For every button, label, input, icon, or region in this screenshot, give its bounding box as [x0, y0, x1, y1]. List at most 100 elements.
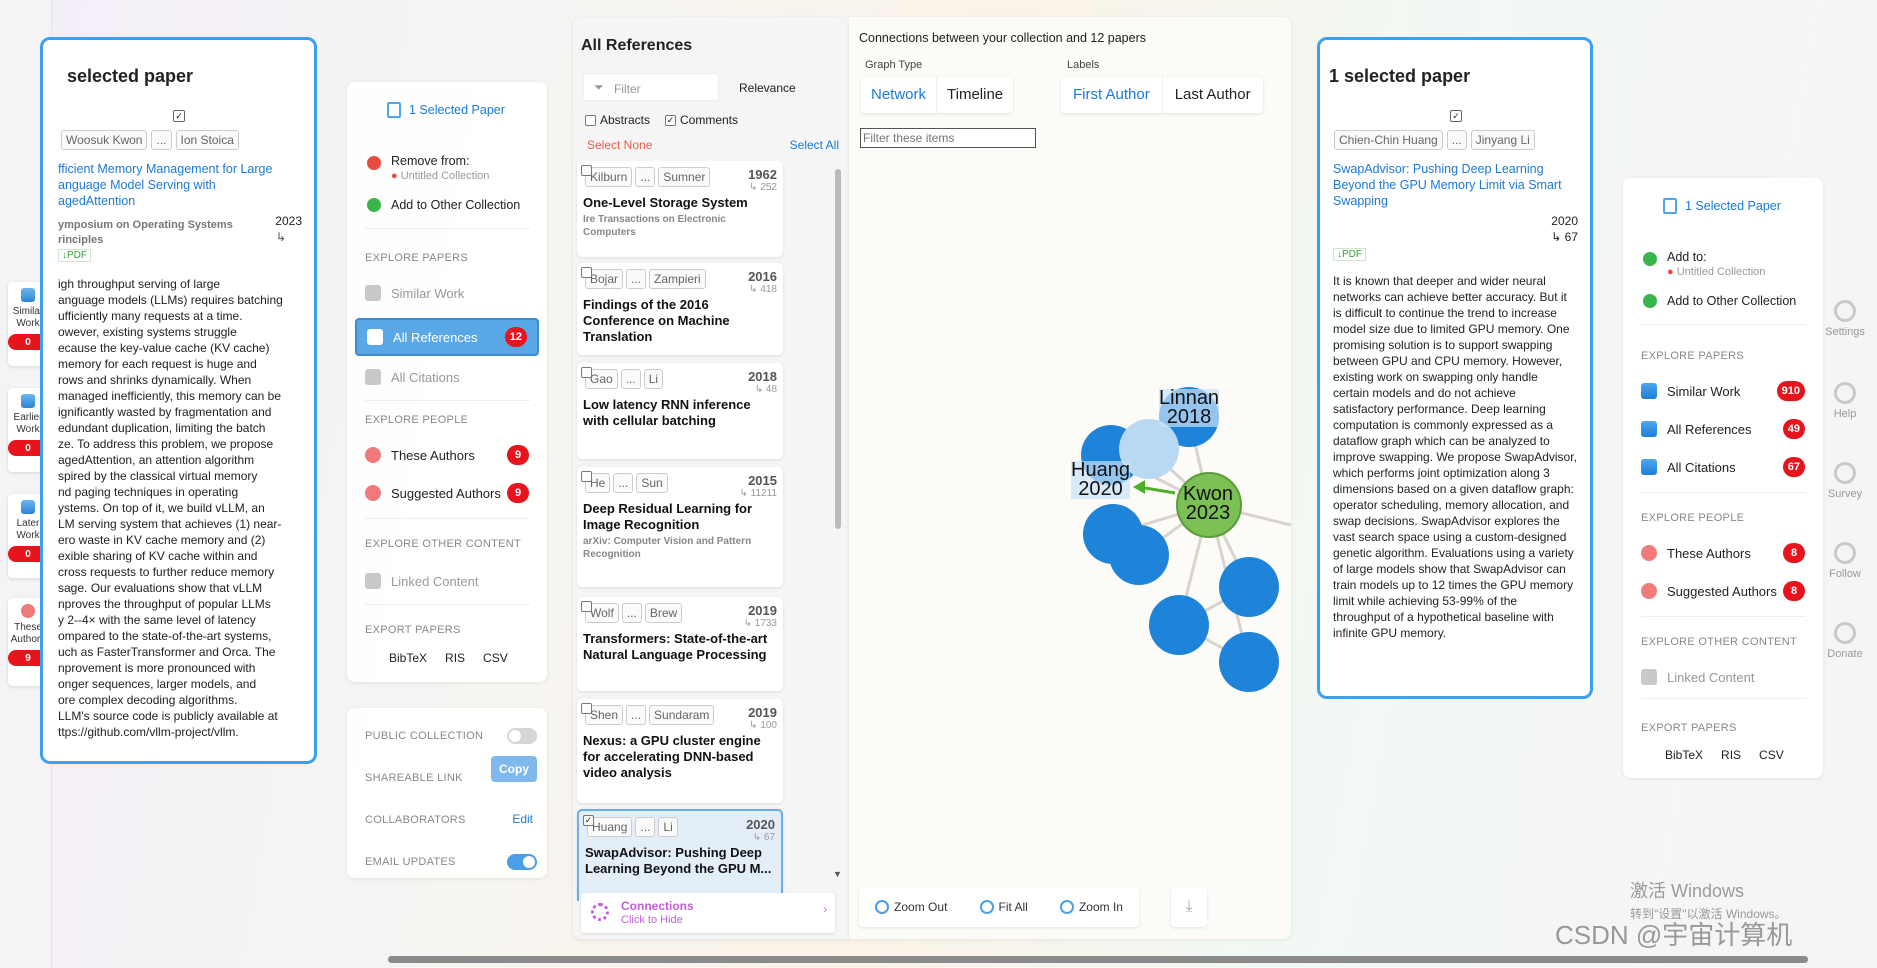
- author-ellipsis[interactable]: ...: [626, 269, 647, 289]
- help-button[interactable]: Help: [1815, 382, 1875, 420]
- collaborators-edit[interactable]: Edit: [512, 812, 533, 826]
- item-checkbox[interactable]: [581, 601, 592, 612]
- filter-input[interactable]: ⏷ Filter: [583, 73, 719, 101]
- follow-button[interactable]: Follow: [1815, 542, 1875, 580]
- these-authors-item[interactable]: These Authors 9: [355, 440, 539, 470]
- item-checkbox[interactable]: [581, 703, 592, 714]
- export-bibtex[interactable]: BibTeX: [389, 651, 427, 665]
- export-ris[interactable]: RIS: [445, 651, 465, 665]
- author-chip[interactable]: Woosuk Kwon: [61, 130, 148, 150]
- item-checkbox-checked[interactable]: ✓: [583, 815, 594, 826]
- sort-select[interactable]: Relevance: [739, 81, 796, 95]
- remove-from-row[interactable]: Remove from: ● Untitled Collection: [367, 154, 489, 182]
- author-ellipsis[interactable]: ...: [635, 167, 656, 187]
- settings-button[interactable]: Settings: [1815, 300, 1875, 338]
- author-ellipsis[interactable]: ...: [620, 369, 641, 389]
- selected-paper-button[interactable]: 1 Selected Paper: [1663, 198, 1781, 214]
- all-references-item[interactable]: All References 12: [355, 318, 539, 356]
- item-checkbox[interactable]: [581, 165, 592, 176]
- connections-toggle[interactable]: Connections Click to Hide ›: [581, 893, 835, 933]
- copy-button[interactable]: Copy: [491, 756, 537, 782]
- pdf-link[interactable]: ↓PDF: [1333, 248, 1366, 261]
- author-chip[interactable]: Jinyang Li: [1470, 130, 1535, 150]
- author-ellipsis[interactable]: ...: [626, 705, 647, 725]
- reference-scrollbar[interactable]: [835, 169, 841, 529]
- similar-work-item[interactable]: Similar Work: [355, 278, 539, 308]
- author-ellipsis[interactable]: ...: [1446, 130, 1467, 150]
- doc-icon: [1641, 421, 1657, 437]
- selected-paper-button[interactable]: 1 Selected Paper: [387, 102, 505, 118]
- paper-checkbox[interactable]: ✓: [173, 110, 185, 122]
- author-ellipsis[interactable]: ...: [621, 603, 642, 623]
- panel-header: selected paper: [67, 66, 194, 86]
- author-ellipsis[interactable]: ...: [613, 473, 634, 493]
- help-icon: [1834, 382, 1856, 404]
- item-year: 2016 ↳ 418: [748, 269, 777, 295]
- reference-item[interactable]: Bojar... Zampieri 2016 ↳ 418 Findings of t…: [577, 263, 783, 355]
- author-chip[interactable]: Sundaram: [649, 705, 715, 725]
- linked-content-item[interactable]: Linked Content: [355, 566, 539, 596]
- add-to-row[interactable]: Add to: ● Untitled Collection: [1643, 250, 1765, 278]
- select-all[interactable]: Select All: [790, 138, 839, 152]
- right-selected-paper-panel: 1 selected paper ✓ Chien-Chin Huang ... …: [1317, 37, 1593, 699]
- survey-button[interactable]: Survey: [1815, 462, 1875, 500]
- download-icon: ⤓: [1185, 898, 1193, 915]
- add-other-collection[interactable]: Add to Other Collection: [1643, 294, 1796, 308]
- author-chip[interactable]: Li: [643, 369, 664, 389]
- suggested-authors-badge: 9: [507, 483, 529, 503]
- paper-checkbox[interactable]: ✓: [1450, 110, 1462, 122]
- author-chip[interactable]: Sumner: [658, 167, 711, 187]
- export-csv[interactable]: CSV: [483, 651, 508, 665]
- export-bibtex[interactable]: BibTeX: [1665, 748, 1703, 762]
- public-collection-toggle[interactable]: [507, 728, 537, 744]
- donate-button[interactable]: Donate: [1815, 622, 1875, 660]
- all-citations-item[interactable]: All Citations 67: [1631, 452, 1815, 482]
- zoom-out-button[interactable]: Zoom Out: [875, 900, 947, 914]
- paper-title[interactable]: fficient Memory Management for Large ang…: [58, 161, 298, 209]
- all-citations-item[interactable]: All Citations: [355, 362, 539, 392]
- paper-title[interactable]: SwapAdvisor: Pushing Deep Learning Beyon…: [1333, 161, 1573, 209]
- author-chip[interactable]: Ion Stoica: [175, 130, 239, 150]
- reference-item[interactable]: Shen... Sundaram 2019 ↳ 100 Nexus: a GPU c…: [577, 699, 783, 803]
- horizontal-scrollbar[interactable]: [388, 956, 1808, 963]
- reference-item-selected[interactable]: ✓ Huang... Li 2020 ↳ 67 SwapAdvisor: Pushi…: [577, 809, 783, 901]
- export-csv[interactable]: CSV: [1759, 748, 1784, 762]
- all-references-item[interactable]: All References 49: [1631, 414, 1815, 444]
- reference-item[interactable]: He... Sun 2015 ↳ 11211 Deep Residual Learn…: [577, 467, 783, 587]
- author-chip[interactable]: Kilburn: [585, 167, 633, 187]
- network-graph[interactable]: [849, 17, 1291, 939]
- activate-title: 激活 Windows: [1630, 881, 1745, 901]
- author-chip[interactable]: Sun: [636, 473, 668, 493]
- author-ellipsis[interactable]: ...: [635, 817, 656, 837]
- suggested-authors-item[interactable]: Suggested Authors 8: [1631, 576, 1815, 606]
- item-checkbox[interactable]: [581, 471, 592, 482]
- these-authors-item[interactable]: These Authors 8: [1631, 538, 1815, 568]
- linked-content-item[interactable]: Linked Content: [1631, 662, 1815, 692]
- scroll-down-arrow[interactable]: ▼: [833, 869, 842, 879]
- node-label-huang: Huang 2020: [1071, 459, 1130, 500]
- reference-item[interactable]: Kilburn... Sumner 1962 ↳ 252 One-Level Sto…: [577, 161, 783, 257]
- pdf-link[interactable]: ↓PDF: [58, 249, 91, 262]
- reference-item[interactable]: Wolf... Brew 2019 ↳ 1733 Transformers: Sta…: [577, 597, 783, 691]
- zoom-in-button[interactable]: Zoom In: [1059, 900, 1123, 914]
- author-ellipsis[interactable]: ...: [151, 130, 172, 150]
- select-none[interactable]: Select None: [587, 138, 652, 152]
- item-checkbox[interactable]: [581, 367, 592, 378]
- author-chip[interactable]: Brew: [644, 603, 683, 623]
- item-title: SwapAdvisor: Pushing Deep Learning Beyon…: [585, 845, 772, 876]
- author-chip[interactable]: Chien-Chin Huang: [1334, 130, 1443, 150]
- add-other-collection[interactable]: Add to Other Collection: [367, 198, 520, 212]
- download-button[interactable]: ⤓: [1171, 887, 1207, 927]
- similar-work-item[interactable]: Similar Work 910: [1631, 376, 1815, 406]
- reference-item[interactable]: Gao... Li 2018 ↳ 48 Low latency RNN infere…: [577, 363, 783, 459]
- fit-all-button[interactable]: Fit All: [979, 900, 1028, 914]
- author-chip[interactable]: Zampieri: [649, 269, 706, 289]
- comments-toggle[interactable]: ✓ Comments: [665, 113, 738, 127]
- abstracts-toggle[interactable]: Abstracts: [585, 113, 650, 127]
- export-links: BibTeX RIS CSV: [1665, 748, 1784, 762]
- export-ris[interactable]: RIS: [1721, 748, 1741, 762]
- item-checkbox[interactable]: [581, 267, 592, 278]
- suggested-authors-item[interactable]: Suggested Authors 9: [355, 478, 539, 508]
- author-chip[interactable]: Li: [658, 817, 678, 837]
- email-updates-toggle[interactable]: [507, 854, 537, 870]
